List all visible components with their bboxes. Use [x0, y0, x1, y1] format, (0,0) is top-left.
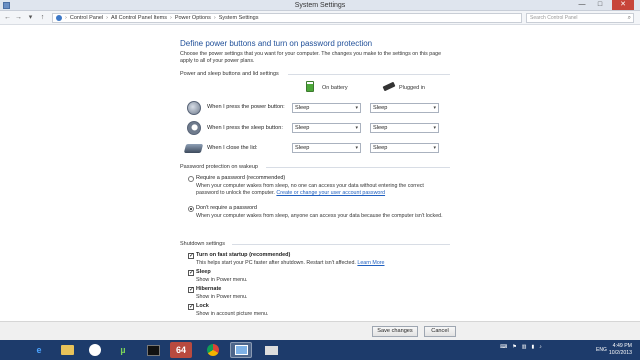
- section-divider: [232, 244, 450, 245]
- sleep-button-battery-select[interactable]: Sleep ▾: [292, 123, 361, 133]
- search-icon[interactable]: ⌕: [628, 14, 631, 22]
- hibernate-checkbox[interactable]: ✓: [188, 287, 194, 293]
- col-on-battery: On battery: [322, 85, 348, 91]
- forward-arrow-icon[interactable]: →: [14, 13, 23, 22]
- no-password-radio[interactable]: [188, 206, 194, 212]
- chevron-down-icon: ▾: [433, 125, 436, 131]
- power-button-battery-select[interactable]: Sleep ▾: [292, 103, 361, 113]
- terminal-icon[interactable]: [142, 342, 164, 358]
- lid-close-battery-select[interactable]: Sleep ▾: [292, 143, 361, 153]
- search-input[interactable]: Search Control Panel ⌕: [526, 13, 634, 23]
- fast-startup-checkbox[interactable]: ✓: [188, 253, 194, 259]
- taskbar: e µ 64 ⌨ ⚑ ▥ ▮ ♪ ENG 4:49 PM 10/2/2013: [0, 340, 640, 360]
- dialog-footer: Save changes Cancel: [0, 321, 640, 340]
- up-arrow-icon[interactable]: ↑: [38, 13, 47, 22]
- system-tray[interactable]: ⌨ ⚑ ▥ ▮ ♪: [500, 344, 542, 350]
- volume-icon[interactable]: ♪: [539, 344, 542, 350]
- language-indicator[interactable]: ENG: [596, 347, 607, 353]
- require-password-label[interactable]: Require a password (recommended): [196, 175, 285, 181]
- section-title-shutdown: Shutdown settings: [180, 241, 225, 247]
- taskbar-clock[interactable]: 4:49 PM 10/2/2013: [609, 343, 632, 357]
- battery-icon: [306, 81, 314, 92]
- maximize-button[interactable]: □: [592, 0, 608, 10]
- sleep-label[interactable]: Sleep: [196, 269, 211, 275]
- recent-dropdown-icon[interactable]: ▾: [26, 13, 35, 22]
- breadcrumb-power-options[interactable]: Power Options: [175, 15, 211, 21]
- chevron-down-icon: ▾: [355, 125, 358, 131]
- section-title-buttons: Power and sleep buttons and lid settings: [180, 71, 279, 77]
- no-password-label[interactable]: Don't require a password: [196, 205, 257, 211]
- minimize-button[interactable]: —: [574, 0, 590, 10]
- utorrent-icon[interactable]: µ: [112, 342, 134, 358]
- lock-desc: Show in account picture menu.: [196, 311, 269, 317]
- power-button-icon: [187, 101, 201, 115]
- col-plugged-in: Plugged in: [399, 85, 425, 91]
- hibernate-label[interactable]: Hibernate: [196, 286, 221, 292]
- control-panel-taskbar-icon[interactable]: [230, 342, 252, 358]
- plug-icon: [382, 81, 396, 92]
- mail-icon[interactable]: [260, 342, 282, 358]
- power-button-label: When I press the power button:: [207, 104, 285, 110]
- control-panel-icon: [56, 15, 62, 21]
- section-divider: [288, 74, 450, 75]
- sleep-checkbox[interactable]: ✓: [188, 270, 194, 276]
- lock-label[interactable]: Lock: [196, 303, 209, 309]
- network-icon[interactable]: ▥: [522, 344, 527, 350]
- page-description: Choose the power settings that you want …: [180, 51, 442, 64]
- laptop-lid-icon: [183, 144, 204, 153]
- close-button[interactable]: ✕: [612, 0, 634, 10]
- chrome-icon[interactable]: [202, 342, 224, 358]
- breadcrumb-all-items[interactable]: All Control Panel Items: [111, 15, 167, 21]
- sleep-button-plugged-select[interactable]: Sleep ▾: [370, 123, 439, 133]
- battery-tray-icon[interactable]: ▮: [531, 344, 534, 350]
- file-explorer-icon[interactable]: [56, 342, 78, 358]
- chevron-down-icon: ▾: [355, 105, 358, 111]
- address-bar: ← → ▾ ↑ › Control Panel › All Control Pa…: [0, 11, 640, 25]
- breadcrumb-control-panel[interactable]: Control Panel: [70, 15, 103, 21]
- learn-more-link[interactable]: Learn More: [357, 260, 384, 266]
- back-arrow-icon[interactable]: ←: [3, 13, 12, 22]
- fast-startup-label[interactable]: Turn on fast startup (recommended): [196, 252, 290, 258]
- section-title-password: Password protection on wakeup: [180, 164, 258, 170]
- breadcrumb-system-settings[interactable]: System Settings: [219, 15, 259, 21]
- search-placeholder: Search Control Panel: [530, 15, 578, 21]
- app-64-icon[interactable]: 64: [170, 342, 192, 358]
- lid-close-label: When I close the lid:: [207, 145, 258, 151]
- hibernate-desc: Show in Power menu.: [196, 294, 248, 300]
- no-password-desc: When your computer wakes from sleep, any…: [196, 213, 443, 219]
- keyboard-icon[interactable]: ⌨: [500, 344, 507, 350]
- title-bar: System Settings — □ ✕: [0, 0, 640, 11]
- flag-icon[interactable]: ⚑: [512, 344, 516, 350]
- media-player-icon[interactable]: [84, 342, 106, 358]
- breadcrumb[interactable]: › Control Panel › All Control Panel Item…: [52, 13, 522, 23]
- main-content: Define power buttons and turn on passwor…: [0, 25, 640, 321]
- sleep-button-label: When I press the sleep button:: [207, 125, 283, 131]
- chevron-down-icon: ▾: [433, 105, 436, 111]
- lid-close-plugged-select[interactable]: Sleep ▾: [370, 143, 439, 153]
- chevron-down-icon: ▾: [355, 145, 358, 151]
- require-password-desc: When your computer wakes from sleep, no …: [196, 183, 424, 196]
- sleep-desc: Show in Power menu.: [196, 277, 248, 283]
- fast-startup-desc: This helps start your PC faster after sh…: [196, 260, 385, 266]
- chevron-down-icon: ▾: [433, 145, 436, 151]
- internet-explorer-icon[interactable]: e: [28, 342, 50, 358]
- window-title: System Settings: [294, 2, 346, 9]
- change-password-link[interactable]: Create or change your user account passw…: [276, 190, 385, 196]
- cancel-button[interactable]: Cancel: [424, 326, 456, 337]
- power-button-plugged-select[interactable]: Sleep ▾: [370, 103, 439, 113]
- lock-checkbox[interactable]: ✓: [188, 304, 194, 310]
- sleep-button-icon: [187, 121, 201, 135]
- page-title: Define power buttons and turn on passwor…: [180, 39, 373, 48]
- save-changes-button[interactable]: Save changes: [372, 326, 418, 337]
- require-password-radio[interactable]: [188, 176, 194, 182]
- section-divider: [266, 167, 450, 168]
